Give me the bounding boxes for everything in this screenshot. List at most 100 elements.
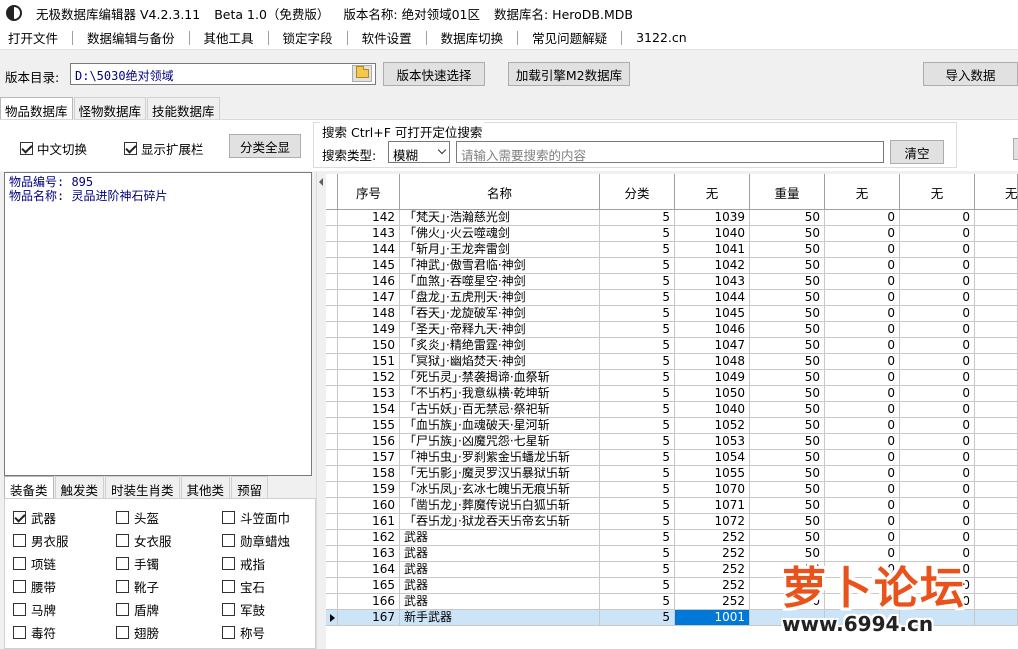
- cell-none[interactable]: 0: [825, 386, 900, 402]
- cell-none[interactable]: 0: [825, 242, 900, 258]
- menu-other-tools[interactable]: 其他工具: [196, 28, 262, 47]
- row-indicator[interactable]: [326, 370, 338, 386]
- category-checkbox[interactable]: 称号: [222, 623, 265, 642]
- row-indicator[interactable]: [326, 578, 338, 594]
- table-row[interactable]: 149 「圣天」·帝释九天·神剑 5 1046 50 0 0: [326, 322, 1018, 338]
- column-header-category[interactable]: 分类: [600, 174, 675, 210]
- cell-category[interactable]: 5: [600, 530, 675, 546]
- cell-none[interactable]: 1039: [675, 210, 750, 226]
- cell-weight[interactable]: 50: [750, 434, 825, 450]
- cell-none[interactable]: 1054: [675, 450, 750, 466]
- cell-category[interactable]: 5: [600, 386, 675, 402]
- cell-name[interactable]: 「冥狱」·幽焰焚天·神剑: [400, 354, 600, 370]
- cell-name[interactable]: 武器: [400, 530, 600, 546]
- cell-none[interactable]: 1001: [675, 610, 750, 626]
- cell-none[interactable]: [975, 402, 1018, 418]
- cell-name[interactable]: 「斩月」·王龙奔雷剑: [400, 242, 600, 258]
- cell-category[interactable]: 5: [600, 370, 675, 386]
- cell-weight[interactable]: 50: [750, 258, 825, 274]
- cell-index[interactable]: 147: [338, 290, 400, 306]
- row-indicator[interactable]: [326, 290, 338, 306]
- cell-name[interactable]: 新手武器: [400, 610, 600, 626]
- table-row[interactable]: 160 「凿卐龙」·葬魔传说卐白狐卐斩 5 1071 50 0 0: [326, 498, 1018, 514]
- cell-none[interactable]: 0: [825, 322, 900, 338]
- cell-weight[interactable]: 50: [750, 402, 825, 418]
- cell-index[interactable]: 157: [338, 450, 400, 466]
- category-checkbox[interactable]: 盾牌: [116, 600, 159, 619]
- search-type-select[interactable]: 模糊: [388, 141, 450, 163]
- column-header-weight[interactable]: 重量: [750, 174, 825, 210]
- cell-name[interactable]: 「不卐朽」·我意纵横·乾坤斩: [400, 386, 600, 402]
- search-input[interactable]: 请输入需要搜索的内容: [456, 141, 884, 163]
- cell-none[interactable]: 0: [900, 530, 975, 546]
- cell-none[interactable]: 1046: [675, 322, 750, 338]
- category-checkbox[interactable]: 头盔: [116, 508, 159, 527]
- cell-index[interactable]: 165: [338, 578, 400, 594]
- cell-weight[interactable]: 50: [750, 530, 825, 546]
- cell-none[interactable]: [975, 290, 1018, 306]
- category-checkbox[interactable]: 项链: [13, 554, 56, 573]
- cell-index[interactable]: 152: [338, 370, 400, 386]
- cell-name[interactable]: 武器: [400, 578, 600, 594]
- row-indicator[interactable]: [326, 210, 338, 226]
- row-indicator[interactable]: [326, 482, 338, 498]
- cell-none[interactable]: 1044: [675, 290, 750, 306]
- cell-weight[interactable]: 50: [750, 514, 825, 530]
- tab-reserved[interactable]: 预留: [231, 476, 269, 498]
- cell-weight[interactable]: 50: [750, 466, 825, 482]
- category-checkbox[interactable]: 靴子: [116, 577, 159, 596]
- cell-none[interactable]: [975, 322, 1018, 338]
- cell-none[interactable]: [975, 386, 1018, 402]
- cell-name[interactable]: 武器: [400, 594, 600, 610]
- cell-name[interactable]: 「圣天」·帝释九天·神剑: [400, 322, 600, 338]
- cell-category[interactable]: 5: [600, 578, 675, 594]
- cell-none[interactable]: 0: [900, 498, 975, 514]
- category-checkbox[interactable]: 勋章蜡烛: [222, 531, 290, 550]
- column-header-none[interactable]: 无: [675, 174, 750, 210]
- cell-none[interactable]: 0: [900, 450, 975, 466]
- table-row[interactable]: 153 「不卐朽」·我意纵横·乾坤斩 5 1050 50 0 0: [326, 386, 1018, 402]
- cell-none[interactable]: [975, 434, 1018, 450]
- cell-weight[interactable]: 50: [750, 226, 825, 242]
- splitter-bar[interactable]: [316, 172, 326, 649]
- cell-weight[interactable]: 50: [750, 354, 825, 370]
- cell-none[interactable]: 1045: [675, 306, 750, 322]
- row-indicator[interactable]: [326, 466, 338, 482]
- cell-index[interactable]: 156: [338, 434, 400, 450]
- tab-skills[interactable]: 技能数据库: [147, 97, 220, 119]
- tab-fashion[interactable]: 时装生肖类: [105, 476, 180, 498]
- cell-category[interactable]: 5: [600, 434, 675, 450]
- table-row[interactable]: 161 「吞卐龙」·狱龙吞天卐帝玄卐斩 5 1072 50 0 0: [326, 514, 1018, 530]
- cell-index[interactable]: 160: [338, 498, 400, 514]
- category-checkbox[interactable]: 毒符: [13, 623, 56, 642]
- cell-none[interactable]: 0: [825, 354, 900, 370]
- cell-none[interactable]: 1043: [675, 274, 750, 290]
- cell-none[interactable]: 0: [825, 258, 900, 274]
- row-indicator[interactable]: [326, 242, 338, 258]
- cell-none[interactable]: 0: [825, 338, 900, 354]
- cell-weight[interactable]: 50: [750, 322, 825, 338]
- category-checkbox[interactable]: 马牌: [13, 600, 56, 619]
- cell-weight[interactable]: 50: [750, 498, 825, 514]
- cell-category[interactable]: 5: [600, 498, 675, 514]
- row-indicator[interactable]: [326, 338, 338, 354]
- menu-open-file[interactable]: 打开文件: [0, 28, 66, 47]
- cell-none[interactable]: [975, 354, 1018, 370]
- cell-none[interactable]: 252: [675, 546, 750, 562]
- cell-none[interactable]: 0: [825, 290, 900, 306]
- chinese-switch-checkbox[interactable]: 中文切换: [20, 139, 87, 158]
- cell-name[interactable]: 武器: [400, 562, 600, 578]
- cell-name[interactable]: 「古卐妖」·百无禁忌·祭祀斩: [400, 402, 600, 418]
- cell-category[interactable]: 5: [600, 546, 675, 562]
- table-row[interactable]: 147 「盘龙」·五虎刑天·神剑 5 1044 50 0 0: [326, 290, 1018, 306]
- cell-none[interactable]: [975, 514, 1018, 530]
- cell-index[interactable]: 148: [338, 306, 400, 322]
- clear-button[interactable]: 清空: [890, 140, 944, 164]
- cell-none[interactable]: [975, 274, 1018, 290]
- cell-index[interactable]: 142: [338, 210, 400, 226]
- cell-none[interactable]: 0: [900, 434, 975, 450]
- cell-weight[interactable]: 50: [750, 418, 825, 434]
- table-row[interactable]: 142 「梵天」·浩瀚慈光剑 5 1039 50 0 0: [326, 210, 1018, 226]
- cell-index[interactable]: 167: [338, 610, 400, 626]
- cell-none[interactable]: [975, 450, 1018, 466]
